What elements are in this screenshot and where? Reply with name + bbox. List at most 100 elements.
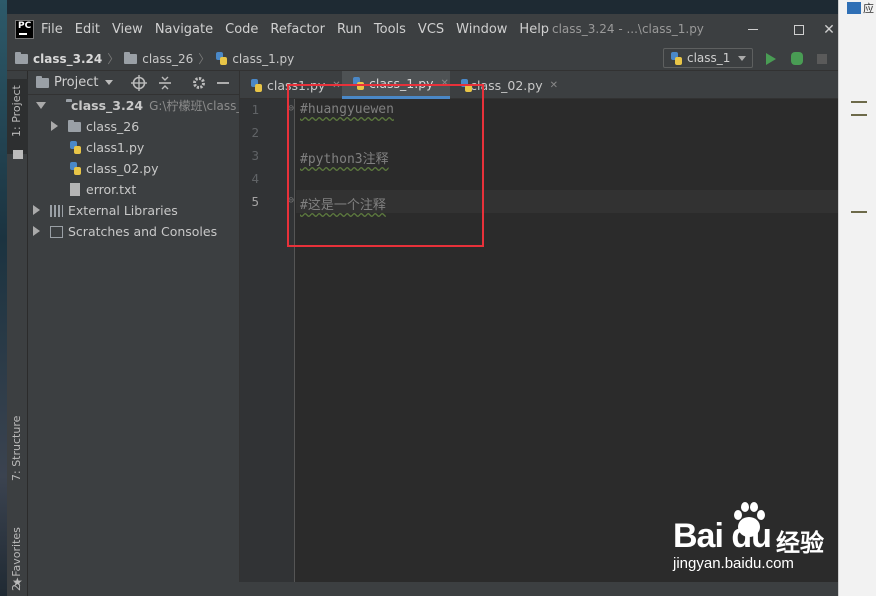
scroll-marker [851, 101, 867, 103]
menu-bar: File Edit View Navigate Code Refactor Ru… [39, 14, 559, 45]
desktop-left-strip [0, 0, 7, 596]
tree-item-class1-py[interactable]: class1.py [28, 137, 239, 158]
tab-class-02-py[interactable]: class_02.py ✕ [450, 71, 558, 99]
tree-item-label: error.txt [86, 182, 137, 197]
tab-class1-py[interactable]: class1.py ✕ [240, 71, 342, 99]
python-file-icon [215, 52, 228, 65]
scroll-marker [851, 211, 867, 213]
python-file-icon [460, 78, 473, 92]
menu-run[interactable]: Run [335, 22, 364, 37]
close-icon: ✕ [823, 21, 835, 38]
star-icon: ★ [12, 575, 23, 589]
structure-tool-button[interactable]: 7: Structure [10, 416, 23, 481]
menu-tools[interactable]: Tools [372, 22, 408, 37]
collapse-arrow-icon[interactable] [51, 121, 58, 131]
close-window-button[interactable]: ✕ [820, 14, 838, 45]
debug-button[interactable] [791, 52, 803, 65]
menu-vcs[interactable]: VCS [416, 22, 446, 37]
collapse-arrow-icon[interactable] [33, 205, 40, 215]
breadcrumb-folder[interactable]: class_26 [142, 52, 193, 66]
project-tool-button[interactable]: 1: Project [10, 85, 23, 137]
tree-item-external-libraries[interactable]: External Libraries [28, 200, 239, 221]
tree-item-scratches[interactable]: Scratches and Consoles [28, 221, 239, 242]
run-configuration-select[interactable]: class_1 [663, 48, 753, 68]
run-button[interactable] [766, 53, 776, 65]
menu-file[interactable]: File [39, 22, 65, 37]
minimize-icon [748, 29, 758, 30]
tree-item-label: class_02.py [86, 161, 159, 176]
desktop-top-strip [0, 0, 876, 14]
line-gutter: 1 2 3 4 5 ⊖ ⊖ [240, 99, 295, 596]
hide-panel-icon[interactable] [215, 75, 231, 91]
menu-refactor[interactable]: Refactor [268, 22, 327, 37]
left-tool-stripe: 1: Project 7: Structure 2: Favorites ★ [7, 71, 28, 596]
menu-code[interactable]: Code [223, 22, 260, 37]
desktop-app-icon [847, 2, 861, 14]
python-file-icon [250, 78, 263, 92]
breadcrumb-file[interactable]: class_1.py [232, 52, 294, 66]
close-tab-icon[interactable]: ✕ [332, 80, 340, 91]
expand-arrow-icon[interactable] [36, 102, 46, 109]
project-view-select[interactable]: Project [36, 75, 114, 90]
minimize-button[interactable] [730, 14, 776, 45]
stop-button[interactable] [817, 54, 827, 64]
fold-marker-icon[interactable]: ⊖ [288, 103, 294, 114]
scroll-marker [851, 114, 867, 116]
run-config-label: class_1 [687, 51, 731, 65]
chevron-down-icon [105, 80, 114, 85]
locate-target-icon[interactable] [131, 75, 147, 91]
watermark-url: jingyan.baidu.com [673, 555, 794, 572]
text-file-icon [70, 183, 80, 196]
breadcrumb-project[interactable]: class_3.24 [33, 52, 102, 66]
gear-icon[interactable] [191, 75, 207, 91]
python-icon [670, 51, 683, 65]
breadcrumb-separator: 〉 [107, 52, 120, 66]
line-number: 2 [251, 125, 259, 140]
breadcrumb: class_3.24 〉 class_26 〉 class_1.py [15, 50, 294, 67]
editor-tabs: class1.py ✕ class_1.py ✕ class_02.py ✕ [240, 71, 838, 99]
desktop-corner-text: 应 [863, 2, 874, 15]
project-panel: Project class_3.24 G:\柠檬班\class_3.2 clas… [28, 71, 261, 596]
code-line[interactable]: #这是一个注释 [300, 194, 386, 213]
tree-item-class-26[interactable]: class_26 [28, 116, 239, 137]
fold-marker-icon[interactable]: ⊖ [288, 195, 294, 206]
scratches-icon [50, 225, 63, 238]
pycharm-logo-icon: PC [15, 20, 34, 39]
folder-icon [124, 51, 138, 64]
tree-root[interactable]: class_3.24 G:\柠檬班\class_3.2 [28, 95, 261, 116]
menu-navigate[interactable]: Navigate [153, 22, 215, 37]
line-number: 1 [251, 102, 259, 117]
line-number: 4 [251, 171, 259, 186]
tab-label: class1.py [267, 77, 326, 93]
project-panel-header: Project [28, 71, 239, 95]
collapse-all-icon[interactable] [157, 75, 173, 91]
menu-help[interactable]: Help [517, 22, 551, 37]
maximize-button[interactable] [776, 14, 822, 45]
tab-label: class_02.py [470, 77, 543, 93]
code-line[interactable]: #python3注释 [300, 148, 389, 167]
project-folder-icon [13, 150, 23, 159]
window-title: class_3.24 - ...\class_1.py [552, 22, 704, 36]
collapse-arrow-icon[interactable] [33, 226, 40, 236]
python-file-icon [69, 141, 82, 154]
tree-item-label: External Libraries [68, 203, 178, 218]
line-number: 3 [251, 148, 259, 163]
code-line[interactable]: #huangyuewen [300, 102, 394, 117]
python-file-icon [69, 162, 82, 175]
menu-view[interactable]: View [110, 22, 145, 37]
watermark-brand: Bai du [673, 517, 772, 555]
menu-window[interactable]: Window [454, 22, 509, 37]
breadcrumb-separator: 〉 [198, 52, 211, 66]
tree-item-error-txt[interactable]: error.txt [28, 179, 239, 200]
close-tab-icon[interactable]: ✕ [441, 78, 449, 89]
maximize-icon [794, 24, 804, 35]
close-tab-icon[interactable]: ✕ [550, 80, 558, 91]
tree-item-class-02-py[interactable]: class_02.py [28, 158, 239, 179]
menu-edit[interactable]: Edit [73, 22, 102, 37]
folder-icon [36, 75, 49, 88]
title-bar: PC File Edit View Navigate Code Refactor… [7, 14, 838, 45]
tab-class-1-py[interactable]: class_1.py ✕ [342, 71, 450, 99]
folder-icon [68, 119, 81, 132]
tree-item-label: class1.py [86, 140, 145, 155]
tree-item-label: Scratches and Consoles [68, 224, 218, 239]
